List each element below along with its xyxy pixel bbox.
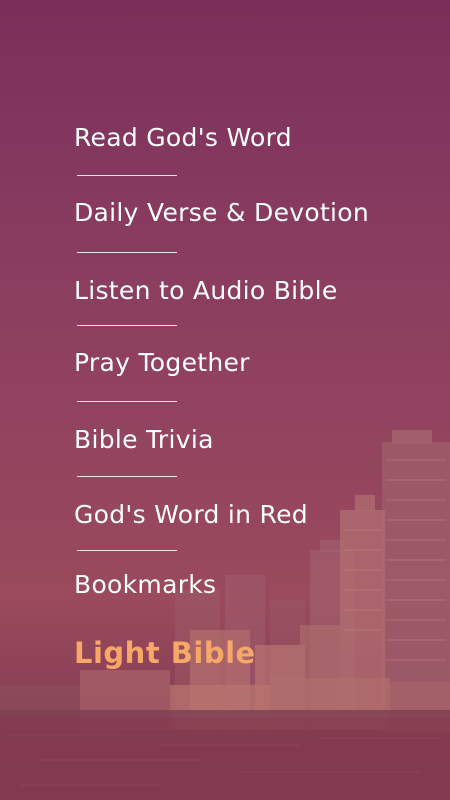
- menu-item-read-gods-word[interactable]: Read God's Word: [74, 120, 434, 156]
- feature-menu: Read God's Word Daily Verse & Devotion L…: [74, 120, 434, 603]
- menu-item-bible-trivia[interactable]: Bible Trivia: [74, 422, 434, 458]
- menu-item-bookmarks[interactable]: Bookmarks: [74, 567, 434, 603]
- menu-item-gods-word-in-red[interactable]: God's Word in Red: [74, 497, 434, 533]
- menu-item-daily-verse-devotion[interactable]: Daily Verse & Devotion: [74, 195, 434, 231]
- splash-screen: Read God's Word Daily Verse & Devotion L…: [0, 0, 450, 800]
- menu-item-pray-together[interactable]: Pray Together: [74, 345, 434, 381]
- app-name-light-bible: Light Bible: [74, 636, 256, 670]
- menu-item-audio-bible[interactable]: Listen to Audio Bible: [74, 273, 434, 309]
